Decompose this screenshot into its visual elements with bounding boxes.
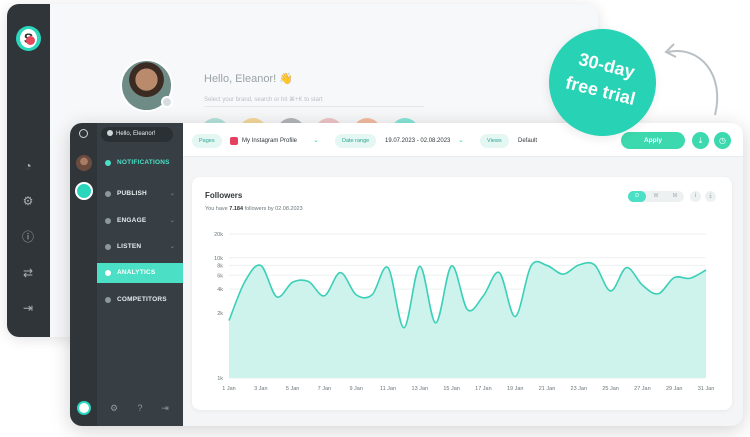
profile-avatar[interactable] [76, 155, 92, 171]
followers-chart: 1k 2k 4k 6k 8k10k 20k 1 Jan 3 Jan 5 Jan 7 Jan 9 Ja… [214, 232, 715, 392]
brand-avatar[interactable] [75, 182, 93, 200]
sidebar-item-label: ENGAGE [117, 217, 147, 224]
followers-card: Followers You have 7.184 followers by 02… [192, 177, 732, 410]
chevron-down-icon: ⌄ [169, 218, 175, 224]
sidebar-item-listen[interactable]: LISTEN ⌄ [97, 237, 183, 257]
curved-arrow-icon [664, 43, 719, 116]
x-tick-label: 13 Jan [412, 386, 429, 392]
x-tick-label: 5 Jan [286, 386, 299, 392]
sidebar-item-notifications[interactable]: NOTIFICATIONS [97, 153, 183, 173]
sidebar-header: Hello, Eleanor! [70, 123, 183, 145]
y-tick-label: 2k [217, 311, 223, 317]
search-icon[interactable] [79, 129, 88, 138]
sidebar-nav: NOTIFICATIONS PUBLISH ⌄ ENGAGE ⌄ LISTEN ⌄ A… [97, 123, 183, 426]
x-tick-label: 1 Jan [222, 386, 235, 392]
gear-icon[interactable]: ⚙ [109, 403, 119, 413]
apply-button[interactable]: Apply [621, 132, 685, 149]
user-icon [107, 130, 113, 136]
x-tick-label: 15 Jan [443, 386, 460, 392]
grid-icon [105, 297, 111, 303]
chevron-down-icon[interactable]: ⌄ [458, 134, 464, 148]
logout-icon[interactable]: ⇥ [21, 301, 35, 315]
x-tick-label: 7 Jan [318, 386, 331, 392]
sidebar-item-label: NOTIFICATIONS [117, 159, 170, 166]
clock-icon[interactable]: ◷ [714, 132, 731, 149]
sidebar-item-competitors[interactable]: COMPETITORS [97, 290, 183, 310]
y-tick-label: 20k [214, 232, 223, 238]
followers-area [229, 261, 706, 378]
swap-icon[interactable]: ⇄ [21, 266, 35, 280]
greeting-heading: Hello, Eleanor! 👋 [204, 73, 293, 85]
avatar [120, 59, 173, 112]
sidebar-item-analytics[interactable]: ANALYTICS [97, 263, 183, 283]
help-icon[interactable]: ? [135, 403, 145, 413]
promo-screenshot: S ◔ ⚙ ⓘ ⇄ ⇥ Hello, Eleanor! 👋 Select you… [0, 0, 750, 437]
user-icon[interactable]: ◔ [21, 159, 35, 173]
x-tick-label: 21 Jan [539, 386, 556, 392]
sidebar-item-publish[interactable]: PUBLISH ⌄ [97, 184, 183, 204]
chart-icon [105, 270, 111, 276]
instagram-icon [230, 137, 238, 145]
logout-icon[interactable]: ⇥ [160, 403, 170, 413]
x-tick-label: 31 Jan [698, 386, 715, 392]
send-icon [105, 191, 111, 197]
gear-icon[interactable]: ⚙ [21, 194, 35, 208]
date-range-label: Date range [335, 134, 377, 148]
y-tick-label: 10k [214, 256, 223, 262]
chevron-down-icon[interactable]: ⌄ [313, 134, 319, 148]
x-tick-label: 3 Jan [254, 386, 267, 392]
sidebar-item-engage[interactable]: ENGAGE ⌄ [97, 211, 183, 231]
views-label: Views [480, 134, 509, 148]
background-icon-rail: S ◔ ⚙ ⓘ ⇄ ⇥ [7, 4, 50, 337]
pages-label: Pages [192, 134, 222, 148]
user-name: Hello, Eleanor! [116, 131, 156, 137]
sidebar-item-label: PUBLISH [117, 190, 147, 197]
y-tick-label: 6k [217, 273, 223, 279]
y-tick-label: 1k [217, 376, 223, 382]
sidebar-item-label: LISTEN [117, 243, 142, 250]
x-tick-label: 27 Jan [634, 386, 651, 392]
filter-bar: Pages My Instagram Profile ⌄ Date range … [183, 123, 743, 157]
icon-rail [70, 123, 97, 426]
user-menu[interactable]: Hello, Eleanor! [101, 127, 173, 142]
x-tick-label: 23 Jan [571, 386, 588, 392]
x-tick-label: 9 Jan [349, 386, 362, 392]
page-select[interactable]: My Instagram Profile [242, 134, 297, 148]
app-logo-icon[interactable]: S [16, 26, 41, 51]
views-select[interactable]: Default [518, 134, 537, 148]
sidebar-item-label: ANALYTICS [117, 269, 156, 276]
download-icon[interactable]: ⤓ [692, 132, 709, 149]
x-tick-label: 25 Jan [602, 386, 619, 392]
sidebar-item-label: COMPETITORS [117, 296, 167, 303]
app-logo-icon[interactable] [77, 401, 91, 415]
x-tick-label: 17 Jan [475, 386, 492, 392]
search-underline [204, 106, 424, 107]
help-icon[interactable]: ⓘ [21, 230, 35, 244]
x-tick-label: 29 Jan [666, 386, 683, 392]
avatar-edit-icon[interactable] [161, 96, 173, 108]
brand-search-input[interactable]: Select your brand, search or hit ⌘+K to … [204, 96, 323, 103]
x-tick-label: 11 Jan [380, 386, 396, 392]
chevron-down-icon: ⌄ [169, 244, 175, 250]
date-range-select[interactable]: 19.07.2023 - 02.08.2023 [385, 134, 450, 148]
ear-icon [105, 244, 111, 250]
analytics-window: NOTIFICATIONS PUBLISH ⌄ ENGAGE ⌄ LISTEN ⌄ A… [70, 123, 743, 426]
y-tick-label: 4k [217, 287, 223, 293]
bell-icon [105, 160, 111, 166]
x-tick-label: 19 Jan [507, 386, 524, 392]
chevron-down-icon: ⌄ [169, 191, 175, 197]
y-tick-label: 8k [217, 263, 223, 269]
chat-icon [105, 218, 111, 224]
